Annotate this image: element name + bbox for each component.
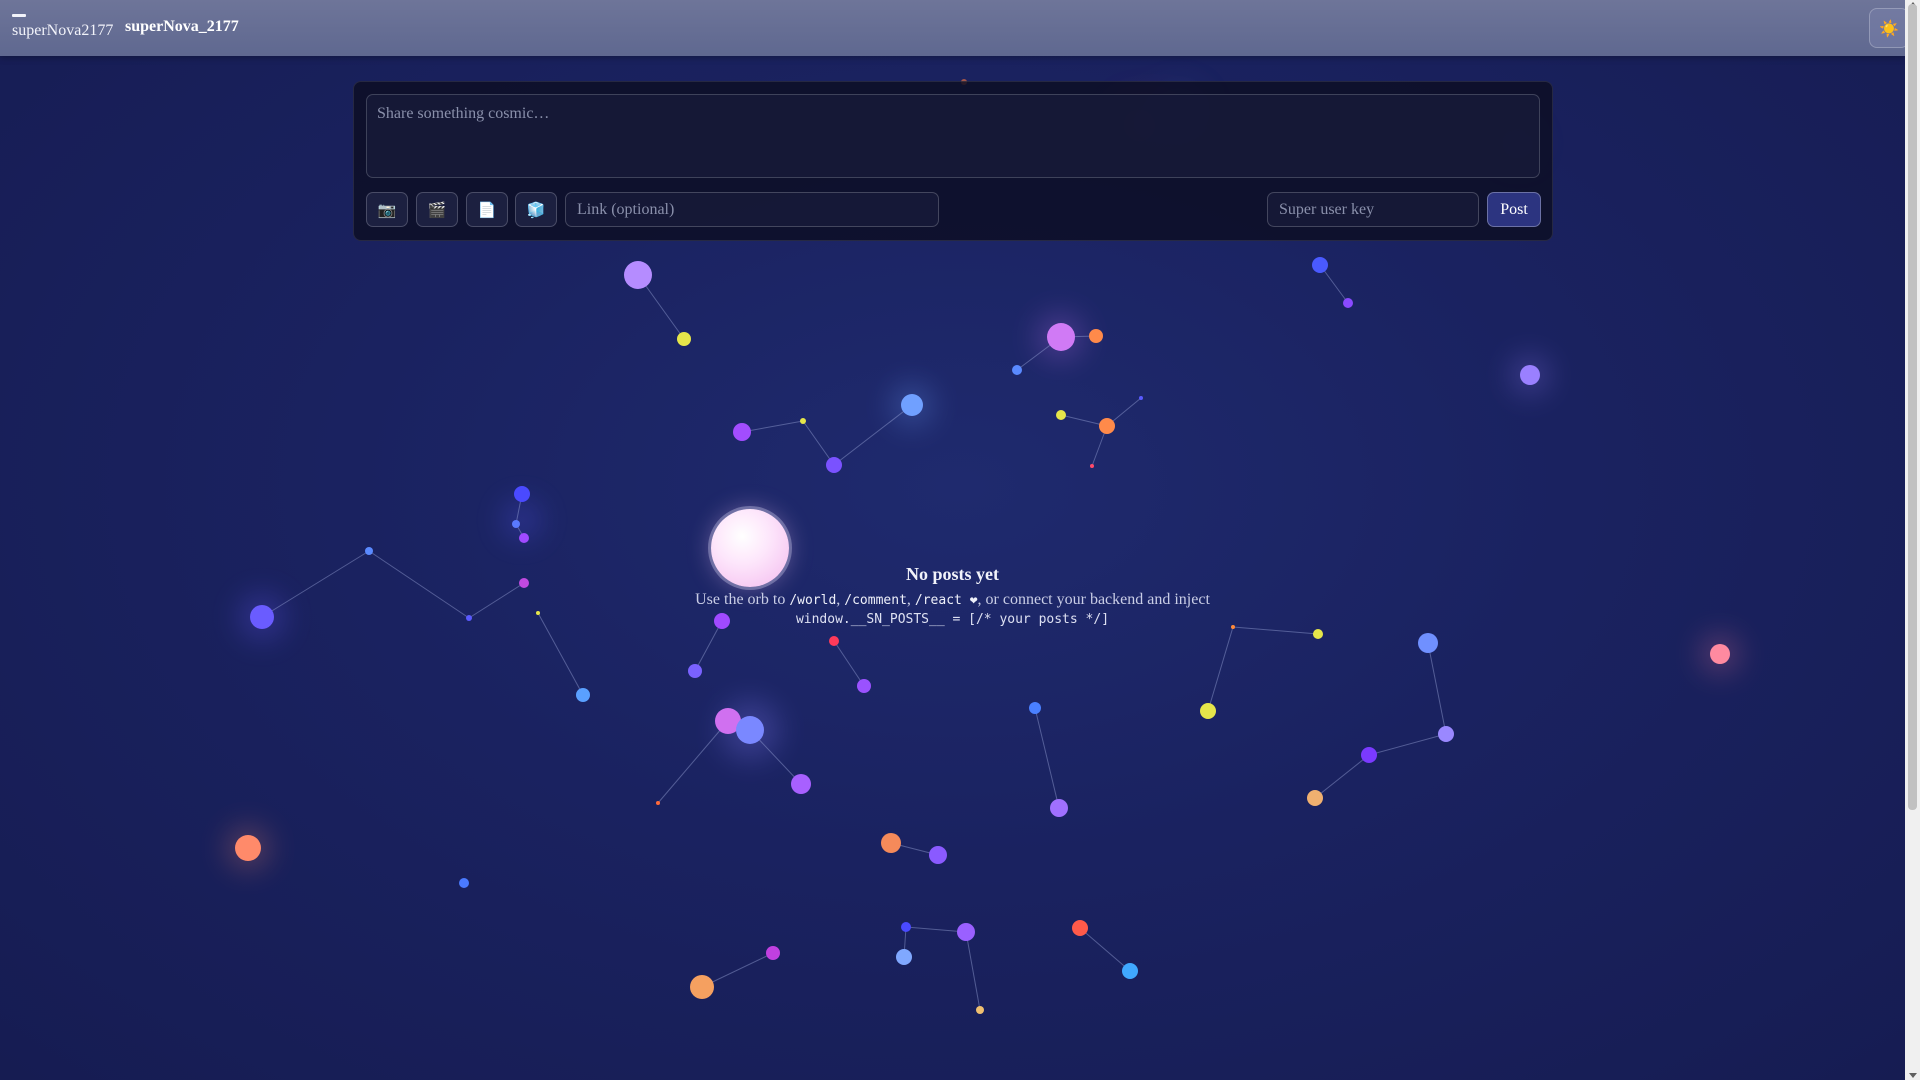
- star: [656, 801, 660, 805]
- post-button[interactable]: Post: [1487, 192, 1541, 227]
- post-textarea[interactable]: [366, 94, 1540, 178]
- star: [1072, 920, 1088, 936]
- scroll-down-arrow[interactable]: [1909, 1073, 1917, 1078]
- scrollbar[interactable]: [1905, 0, 1920, 1080]
- top-bar: superNova2177 superNova_2177: [0, 0, 1905, 56]
- brand-text: superNova2177: [12, 22, 114, 39]
- brand[interactable]: superNova2177: [12, 14, 113, 40]
- scroll-thumb[interactable]: [1908, 4, 1917, 810]
- sun-icon: ☀️: [1879, 18, 1899, 38]
- upload-video-button[interactable]: 🎬: [416, 192, 458, 227]
- star: [512, 520, 520, 528]
- star: [929, 846, 947, 864]
- star: [857, 679, 871, 693]
- hint-suffix: , or connect your backend and inject: [977, 591, 1210, 608]
- star: [800, 418, 806, 424]
- star: [829, 636, 839, 646]
- star: [1012, 365, 1022, 375]
- empty-state-code: window.__SN_POSTS__ = [/* your posts */]: [795, 612, 1110, 627]
- star: [519, 533, 529, 543]
- star: [901, 394, 923, 416]
- star: [1090, 464, 1094, 468]
- star: [1029, 702, 1041, 714]
- star: [1200, 703, 1216, 719]
- theme-toggle-button[interactable]: ☀️: [1869, 8, 1909, 48]
- star: [1307, 790, 1323, 806]
- empty-state-hint: Use the orb to /world, /comment, /react …: [695, 591, 1210, 608]
- camera-icon: 📷: [377, 200, 397, 219]
- menu-icon: [12, 14, 26, 17]
- star: [976, 1006, 984, 1014]
- link-input[interactable]: [565, 192, 939, 227]
- cube-icon: 🧊: [526, 200, 546, 219]
- star: [1089, 329, 1103, 343]
- document-icon: 📄: [477, 200, 497, 219]
- star: [576, 688, 590, 702]
- star: [1361, 747, 1377, 763]
- star: [1122, 963, 1138, 979]
- constellation-lines: [261, 264, 1447, 1011]
- star: [365, 547, 373, 555]
- post-composer: 📷 🎬 📄 🧊 Post: [353, 81, 1553, 241]
- site-title: superNova_2177: [125, 18, 239, 35]
- upload-image-button[interactable]: 📷: [366, 192, 408, 227]
- star: [736, 716, 764, 744]
- upload-document-button[interactable]: 📄: [466, 192, 508, 227]
- star: [235, 835, 261, 861]
- star: [1056, 410, 1066, 420]
- star: [1047, 323, 1075, 351]
- star: [1139, 396, 1143, 400]
- star: [896, 949, 912, 965]
- star: [1313, 629, 1323, 639]
- upload-3d-button[interactable]: 🧊: [515, 192, 557, 227]
- star: [514, 486, 530, 502]
- comment-command: /comment: [844, 593, 907, 608]
- hint-prefix: Use the orb to: [695, 591, 786, 608]
- star: [459, 878, 469, 888]
- star: [766, 946, 780, 960]
- star: [1343, 298, 1353, 308]
- star: [690, 975, 714, 999]
- star: [733, 423, 751, 441]
- star: [677, 332, 691, 346]
- world-command: /world: [789, 593, 837, 608]
- empty-state-title: No posts yet: [906, 564, 999, 584]
- star: [1050, 799, 1068, 817]
- star: [1438, 726, 1454, 742]
- clapper-icon: 🎬: [427, 200, 447, 219]
- star: [1418, 633, 1438, 653]
- star: [1710, 644, 1730, 664]
- star: [688, 664, 702, 678]
- star: [1099, 418, 1115, 434]
- star: [826, 457, 842, 473]
- star: [1312, 257, 1328, 273]
- star: [791, 774, 811, 794]
- react-command: /react ❤: [914, 593, 978, 608]
- star: [1520, 365, 1540, 385]
- star: [624, 261, 652, 289]
- star: [901, 922, 911, 932]
- star: [957, 923, 975, 941]
- super-user-key-input[interactable]: [1267, 192, 1479, 227]
- star: [881, 833, 901, 853]
